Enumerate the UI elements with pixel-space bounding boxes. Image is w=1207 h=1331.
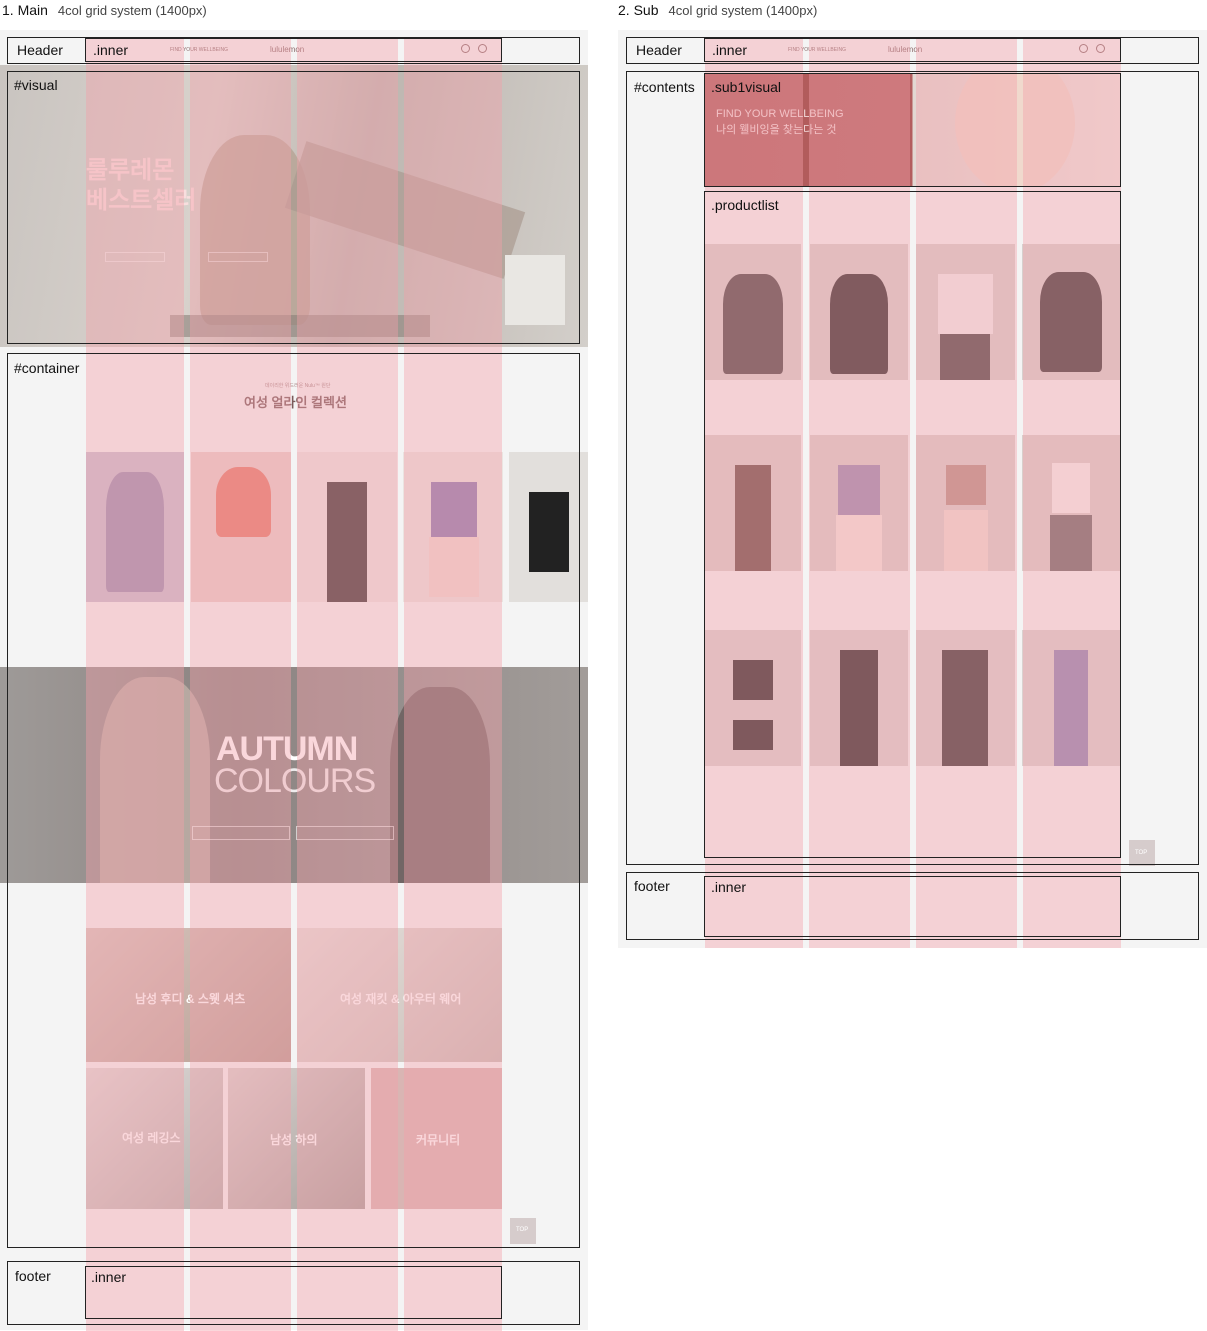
sub-contents-label: #contents [634, 79, 695, 95]
main-footer-inner [85, 1266, 502, 1319]
sub-footer-label: footer [634, 878, 670, 894]
main-container-frame [7, 353, 580, 1248]
sub-header-inner-label: .inner [712, 42, 748, 58]
main-heading: 1. Main 4col grid system (1400px) [2, 2, 207, 18]
main-grid-caption: 4col grid system (1400px) [57, 3, 207, 18]
main-visual-frame [7, 71, 580, 344]
main-heading-text: 1. Main [2, 2, 48, 18]
sub-heading: 2. Sub 4col grid system (1400px) [618, 2, 817, 18]
sub-header-inner [704, 38, 1121, 62]
sub-productlist-box [704, 191, 1121, 858]
sub-footer-inner [704, 876, 1121, 937]
main-header-label: Header [17, 42, 63, 58]
main-header-inner [85, 38, 502, 62]
main-visual-label: #visual [14, 77, 58, 93]
sub-sub1visual-label: .sub1visual [711, 79, 782, 95]
sub-productlist-label: .productlist [711, 197, 779, 213]
main-header-inner-label: .inner [93, 42, 129, 58]
sub-header-label: Header [636, 42, 682, 58]
sub-footer-inner-label: .inner [711, 879, 747, 895]
main-footer-inner-label: .inner [91, 1269, 127, 1285]
sub-grid-caption: 4col grid system (1400px) [668, 3, 818, 18]
sub-heading-text: 2. Sub [618, 2, 659, 18]
main-footer-label: footer [15, 1268, 51, 1284]
main-container-label: #container [14, 360, 80, 376]
